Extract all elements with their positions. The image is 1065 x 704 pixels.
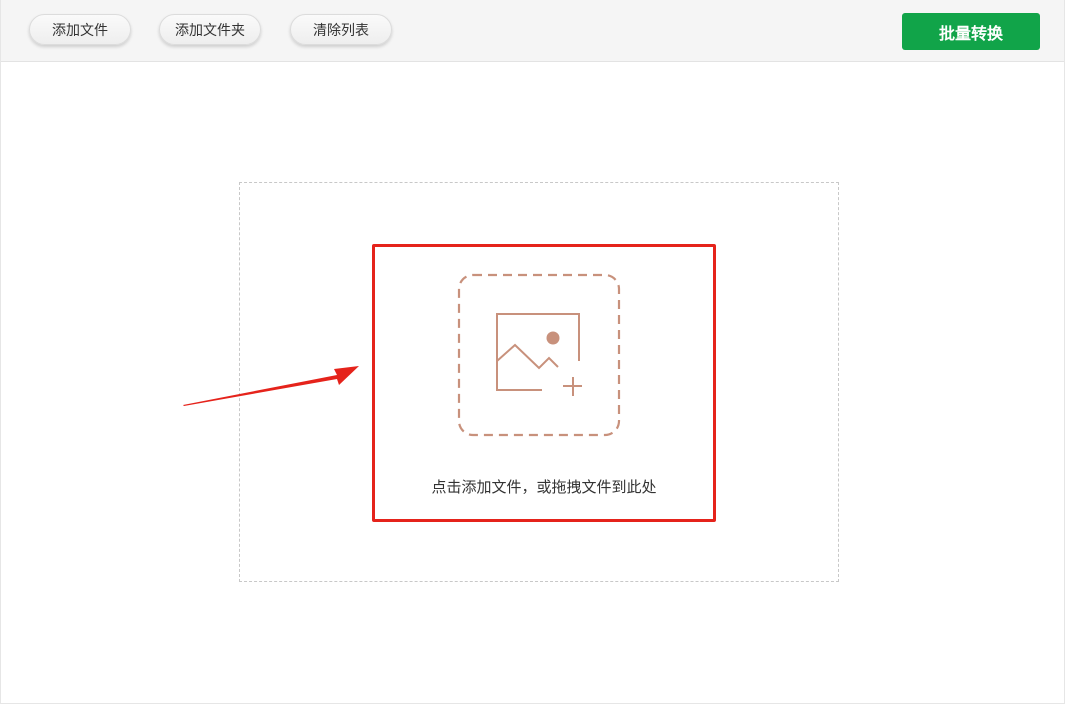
add-folder-button[interactable]: 添加文件夹 (159, 14, 261, 45)
sun-dot (546, 331, 560, 345)
batch-convert-button[interactable]: 批量转换 (902, 13, 1040, 50)
toolbar: 添加文件 添加文件夹 清除列表 批量转换 (1, 0, 1064, 62)
add-file-button[interactable]: 添加文件 (29, 14, 131, 45)
drop-hint-text: 点击添加文件，或拖拽文件到此处 (431, 478, 657, 496)
add-file-label: 添加文件 (52, 22, 108, 39)
app-window: 添加文件 添加文件夹 清除列表 批量转换 点击添加文件，或拖拽文件到此处 (0, 0, 1065, 704)
mountain-line (496, 343, 559, 370)
image-add-icon[interactable] (457, 273, 621, 437)
add-folder-label: 添加文件夹 (175, 22, 245, 39)
picture-frame (496, 313, 580, 391)
batch-convert-label: 批量转换 (938, 23, 1003, 43)
clear-list-button[interactable]: 清除列表 (290, 14, 392, 45)
clear-list-label: 清除列表 (313, 22, 369, 39)
dashed-frame (457, 273, 621, 437)
